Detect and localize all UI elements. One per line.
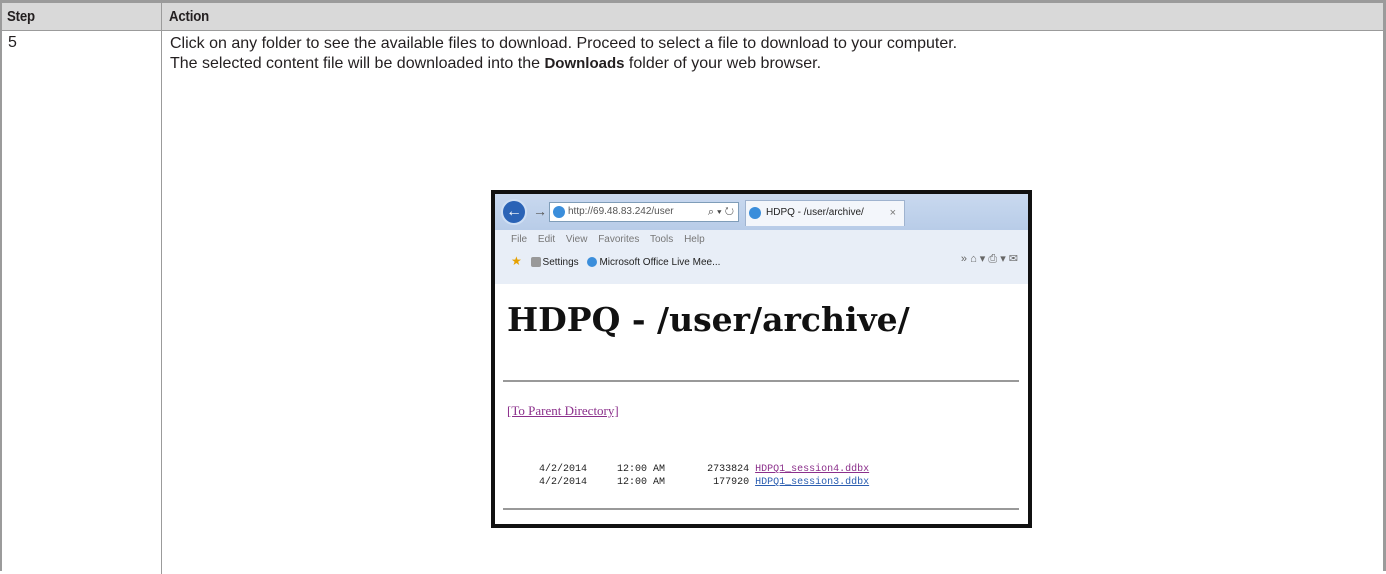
list-item: 4/2/2014 12:00 AM 177920 HDPQ1_session3.…: [539, 476, 869, 489]
menu-view[interactable]: View: [566, 234, 588, 245]
file-link[interactable]: HDPQ1_session4.ddbx: [755, 464, 869, 475]
close-tab-icon[interactable]: ×: [890, 201, 896, 225]
file-size: 2733824: [707, 464, 750, 475]
file-link[interactable]: HDPQ1_session3.ddbx: [755, 477, 869, 488]
favorites-bar: ★ Settings Microsoft Office Live Mee...: [511, 254, 720, 268]
browser-titlebar: ← → http://69.48.83.242/user ⌕ ▾ ↻ HDPQ …: [495, 194, 1028, 230]
address-url: http://69.48.83.242/user: [568, 206, 674, 217]
action-line-2-post: folder of your web browser.: [624, 55, 822, 72]
favorite-settings[interactable]: Settings: [543, 257, 579, 268]
file-date: 4/2/2014: [539, 477, 588, 488]
browser-chrome: ← → http://69.48.83.242/user ⌕ ▾ ↻ HDPQ …: [495, 194, 1028, 284]
action-line-2-pre: The selected content file will be downlo…: [170, 55, 545, 72]
browser-tab[interactable]: HDPQ - /user/archive/ ×: [745, 200, 905, 226]
column-divider: [161, 3, 162, 574]
menu-tools[interactable]: Tools: [650, 234, 673, 245]
file-time: 12:00 AM: [617, 464, 666, 475]
menu-file[interactable]: File: [511, 234, 527, 245]
divider-top: [503, 380, 1019, 382]
browser-screenshot: ← → http://69.48.83.242/user ⌕ ▾ ↻ HDPQ …: [491, 190, 1032, 528]
back-arrow-icon[interactable]: ←: [501, 199, 527, 225]
favorite-office-live[interactable]: Microsoft Office Live Mee...: [599, 257, 720, 268]
ie-page-icon: [587, 257, 598, 268]
list-item: 4/2/2014 12:00 AM 2733824 HDPQ1_session4…: [539, 463, 869, 476]
downloads-folder-name: Downloads: [544, 55, 625, 72]
menu-edit[interactable]: Edit: [538, 234, 555, 245]
parent-directory-link[interactable]: [To Parent Directory]: [507, 403, 619, 419]
address-bar[interactable]: http://69.48.83.242/user ⌕ ▾ ↻: [549, 202, 739, 222]
settings-icon: [530, 257, 541, 268]
file-size: 177920: [713, 477, 750, 488]
action-line-1: Click on any folder to see the available…: [170, 35, 958, 52]
ie-icon: [553, 206, 565, 218]
tab-title: HDPQ - /user/archive/: [766, 207, 864, 218]
tab-ie-icon: [749, 207, 761, 219]
favorites-star-icon[interactable]: ★: [511, 254, 522, 268]
search-refresh-icons[interactable]: ⌕ ▾ ↻: [708, 203, 734, 221]
action-description: Click on any folder to see the available…: [170, 34, 1370, 74]
header-action: Action: [169, 8, 210, 25]
table-header-row: Step Action: [2, 3, 1383, 31]
file-listing: 4/2/2014 12:00 AM 2733824 HDPQ1_session4…: [539, 463, 869, 489]
forward-arrow-icon[interactable]: →: [533, 203, 547, 219]
menu-favorites[interactable]: Favorites: [598, 234, 639, 245]
file-time: 12:00 AM: [617, 477, 666, 488]
command-bar-icons[interactable]: » ⌂ ▾ ⎙ ▾ ✉: [961, 252, 1018, 266]
procedure-table: Step Action 5 Click on any folder to see…: [0, 0, 1386, 574]
file-date: 4/2/2014: [539, 464, 588, 475]
menu-bar: File Edit View Favorites Tools Help: [511, 234, 705, 245]
menu-help[interactable]: Help: [684, 234, 705, 245]
header-step: Step: [7, 8, 35, 25]
divider-bottom: [503, 508, 1019, 510]
page-heading: HDPQ - /user/archive/: [507, 300, 910, 339]
action-line-2: The selected content file will be downlo…: [170, 54, 1370, 74]
step-number: 5: [8, 34, 17, 51]
